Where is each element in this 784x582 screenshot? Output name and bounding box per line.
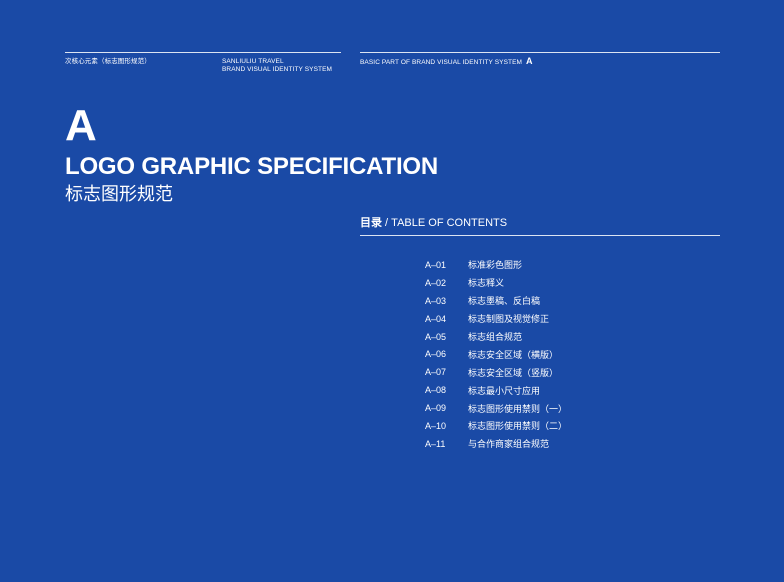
header-left-text: 次核心元素（标志图形规范） [65,58,151,65]
toc-item-label: 标志安全区域（横版） [468,349,559,360]
toc-item-code: A–04 [425,313,447,324]
toc-item[interactable]: A–11 与合作商家组合规范 [425,435,567,453]
toc-item-code: A–11 [425,438,446,449]
toc-title-cn: 目录 [360,217,382,229]
header-rule-right [360,52,720,53]
toc-item-code: A–01 [425,259,447,270]
toc-item-code: A–07 [425,367,447,378]
toc-item[interactable]: A–02 标志释义 [425,274,567,292]
section-letter: A [65,101,97,150]
toc-item[interactable]: A–06 标志安全区域（横版） [425,345,567,363]
toc-rule [360,235,720,236]
header-right-text: BASIC PART OF BRAND VISUAL IDENTITY SYST… [360,57,533,67]
toc-item-code: A–05 [425,331,447,342]
section-title-cn: 标志图形规范 [65,184,173,204]
toc-item-label: 标志最小尺寸应用 [468,385,541,396]
toc-item[interactable]: A–10 标志图形使用禁则（二） [425,417,567,435]
toc-item-label: 标志安全区域（竖版） [468,367,559,378]
toc-item-label: 标志制图及视觉修正 [468,314,550,325]
toc-title-sep: / [382,217,392,229]
section-title-en: LOGO GRAPHIC SPECIFICATION [65,153,439,180]
header-middle-line1: SANLIULIU TRAVEL [222,58,284,65]
toc-item[interactable]: A–04 标志制图及视觉修正 [425,310,567,328]
toc-item[interactable]: A–08 标志最小尺寸应用 [425,381,567,399]
toc-list: A–01 标准彩色图形 A–02 标志释义 A–03 标志墨稿、反白稿 A–04 标志制… [425,256,567,453]
toc-item-label: 标志组合规范 [468,332,523,342]
toc-title-en: TABLE OF CONTENTS [391,217,508,229]
toc-item-code: A–06 [425,349,447,360]
toc-item-label: 与合作商家组合规范 [468,439,550,450]
toc-item-code: A–10 [425,420,447,431]
toc-item-code: A–03 [425,295,447,306]
toc-item-code: A–08 [425,385,447,396]
toc-item-label: 标准彩色图形 [468,260,523,271]
header-middle-line2: BRAND VISUAL IDENTITY SYSTEM [222,66,333,73]
toc-item[interactable]: A–05 标志组合规范 [425,328,567,346]
toc-title: 目录 / TABLE OF CONTENTS [360,216,507,230]
header-middle-text: SANLIULIU TRAVEL BRAND VISUAL IDENTITY S… [222,58,332,74]
toc-item-label: 标志图形使用禁则（二） [468,421,568,432]
toc-item[interactable]: A–09 标志图形使用禁则（一） [425,399,567,417]
toc-item-code: A–09 [425,403,447,414]
header-right-letter: A [526,56,533,66]
toc-item-label: 标志图形使用禁则（一） [468,403,568,414]
toc-item-label: 标志墨稿、反白稿 [468,296,541,307]
toc-item-label: 标志释义 [468,278,505,289]
header-right-label: BASIC PART OF BRAND VISUAL IDENTITY SYST… [360,59,523,66]
toc-item[interactable]: A–01 标准彩色图形 [425,256,567,274]
toc-item-code: A–02 [425,277,447,288]
toc-item[interactable]: A–07 标志安全区域（竖版） [425,363,567,381]
header-rule-left [65,52,341,53]
toc-item[interactable]: A–03 标志墨稿、反白稿 [425,292,567,310]
